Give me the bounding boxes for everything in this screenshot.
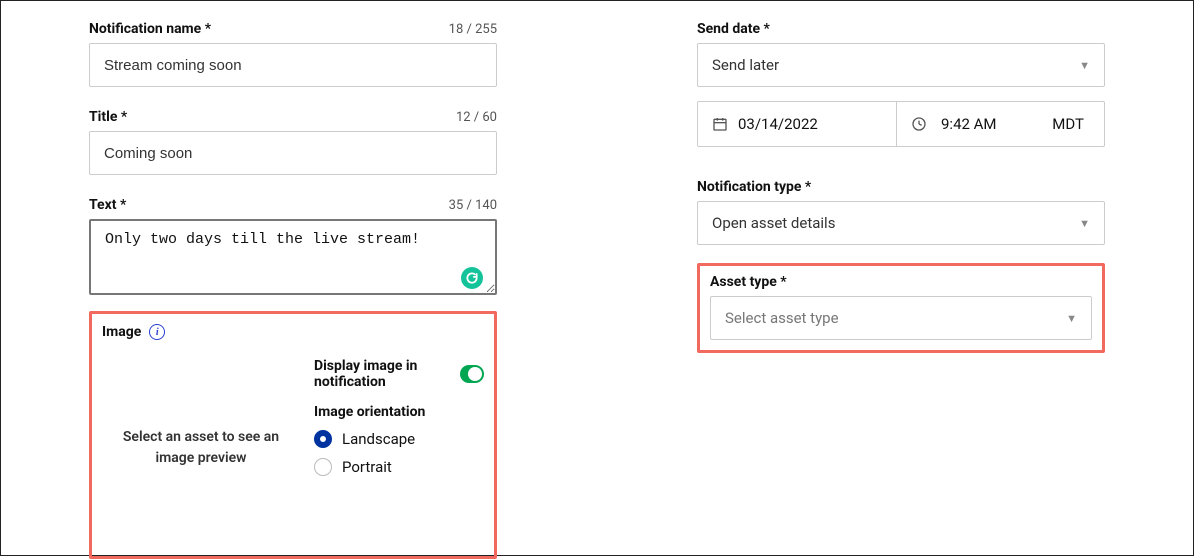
select-notification-type-value: Open asset details <box>712 214 835 232</box>
input-title[interactable] <box>89 131 497 175</box>
select-asset-type-placeholder: Select asset type <box>725 309 839 327</box>
counter-title: 12 / 60 <box>456 110 497 125</box>
field-send-date: Send date * Send later ▼ 03/14/2022 <box>697 21 1105 175</box>
chevron-down-icon: ▼ <box>1079 59 1090 72</box>
label-title: Title * <box>89 109 127 125</box>
label-image: Image <box>102 324 141 340</box>
field-title: Title * 12 / 60 <box>89 109 497 189</box>
radio-icon-unchecked <box>314 458 332 476</box>
radio-icon-checked <box>314 430 332 448</box>
radio-portrait[interactable]: Portrait <box>314 458 484 476</box>
chevron-down-icon: ▼ <box>1079 217 1090 230</box>
grammarly-icon[interactable] <box>461 267 483 289</box>
clock-icon <box>911 116 927 132</box>
left-column: Notification name * 18 / 255 Title * 12 … <box>89 21 497 555</box>
select-asset-type[interactable]: Select asset type ▼ <box>710 296 1092 340</box>
select-notification-type[interactable]: Open asset details ▼ <box>697 201 1105 245</box>
field-notification-name: Notification name * 18 / 255 <box>89 21 497 101</box>
counter-notification-name: 18 / 255 <box>449 22 497 37</box>
label-display-toggle: Display image in notification <box>314 358 450 390</box>
counter-text: 35 / 140 <box>449 198 497 213</box>
radio-label-landscape: Landscape <box>342 430 415 448</box>
field-text: Text * 35 / 140 <box>89 197 497 303</box>
label-text: Text * <box>89 197 126 213</box>
calendar-icon <box>712 116 728 132</box>
select-send-date[interactable]: Send later ▼ <box>697 43 1105 87</box>
toggle-display-image[interactable] <box>460 365 484 383</box>
time-value: 9:42 AM <box>941 115 997 133</box>
date-value: 03/14/2022 <box>738 115 818 133</box>
timezone-value: MDT <box>1052 115 1090 133</box>
label-notification-name: Notification name * <box>89 21 211 37</box>
chevron-down-icon: ▼ <box>1066 312 1077 325</box>
label-orientation: Image orientation <box>314 404 484 420</box>
input-notification-name[interactable] <box>89 43 497 87</box>
textarea-text[interactable] <box>89 219 497 295</box>
radio-label-portrait: Portrait <box>342 458 392 476</box>
select-send-date-value: Send later <box>712 56 779 74</box>
field-notification-type: Notification type * Open asset details ▼ <box>697 179 1105 259</box>
input-date[interactable]: 03/14/2022 <box>697 101 897 147</box>
radio-landscape[interactable]: Landscape <box>314 430 484 448</box>
right-column: Send date * Send later ▼ 03/14/2022 <box>697 21 1105 555</box>
label-asset-type: Asset type * <box>710 274 1092 290</box>
section-image: Image i Select an asset to see an image … <box>89 311 497 559</box>
label-send-date: Send date * <box>697 21 1105 37</box>
notification-form: Notification name * 18 / 255 Title * 12 … <box>0 0 1194 556</box>
info-icon[interactable]: i <box>149 324 165 340</box>
image-preview-placeholder: Select an asset to see an image preview <box>102 350 300 546</box>
label-notification-type: Notification type * <box>697 179 1105 195</box>
input-time[interactable]: 9:42 AM MDT <box>897 101 1105 147</box>
section-asset-type: Asset type * Select asset type ▼ <box>697 263 1105 353</box>
